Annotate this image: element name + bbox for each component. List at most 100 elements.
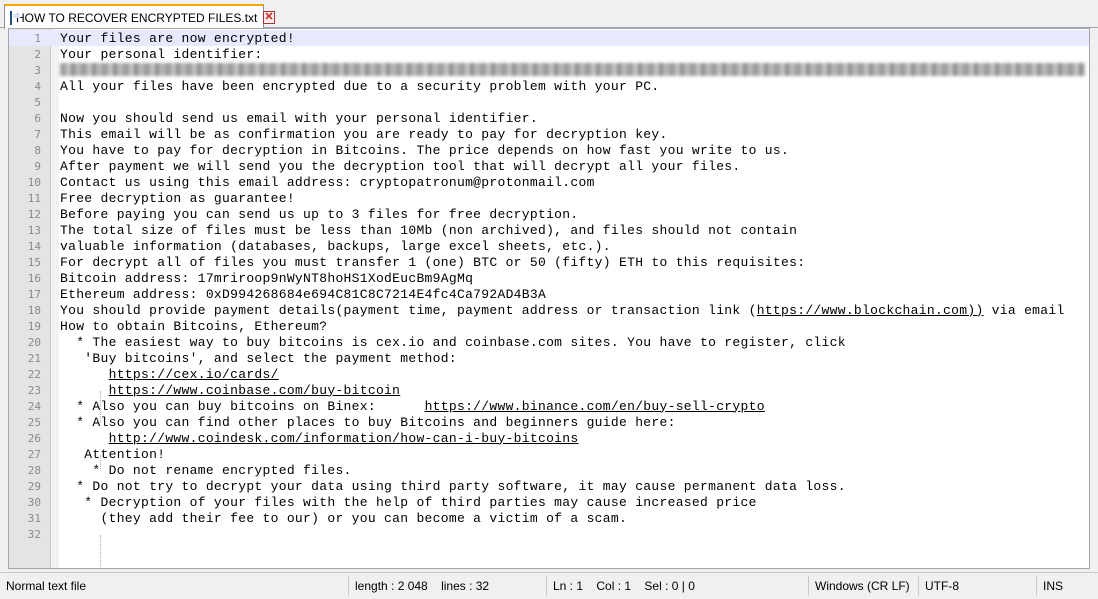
line-text-prefix: * Also you can buy bitcoins on Binex: [60, 398, 425, 414]
status-col: Col : 1 [596, 579, 632, 593]
line-number: 17 [27, 287, 41, 301]
text-editor[interactable]: 1 Your files are now encrypted! 2 Your pers… [8, 28, 1090, 569]
line-text: 'Buy bitcoins', and select the payment m… [60, 350, 457, 366]
line-text: Bitcoin address: 17mriroop9nWyNT8hoHS1Xo… [60, 270, 474, 286]
line-number: 16 [27, 271, 41, 285]
editor-line[interactable]: 15 For decrypt all of files you must tran… [9, 254, 1089, 270]
line-text-prefix [60, 367, 109, 382]
editor-line[interactable]: 28 * Do not rename encrypted files. [9, 462, 1089, 478]
editor-line[interactable]: 31 (they add their fee to our) or you ca… [9, 510, 1089, 526]
status-file-type: Normal text file [6, 579, 87, 593]
line-text: Ethereum address: 0xD994268684e694C81C8C… [60, 286, 547, 302]
line-text: This email will be as confirmation you a… [60, 126, 668, 142]
status-eol[interactable]: Windows (CR LF) [808, 576, 918, 596]
line-text: The total size of files must be less tha… [60, 222, 798, 238]
line-text: http://www.coindesk.com/information/how-… [60, 431, 579, 446]
editor-line[interactable]: 6 Now you should send us email with your … [9, 110, 1089, 126]
status-lines: lines : 32 [441, 579, 490, 593]
line-text: Contact us using this email address: cry… [60, 174, 595, 190]
line-number: 11 [27, 191, 41, 205]
editor-line[interactable]: 5 [9, 94, 1089, 110]
editor-line[interactable]: 14 valuable information (databases, backu… [9, 238, 1089, 254]
status-sel: Sel : 0 | 0 [644, 579, 695, 593]
line-number: 3 [34, 63, 41, 77]
save-icon [10, 10, 20, 25]
line-number: 1 [34, 31, 41, 45]
tab-title: HOW TO RECOVER ENCRYPTED FILES.txt [16, 10, 258, 25]
editor-line[interactable]: 3 [9, 62, 1089, 78]
line-number: 23 [27, 383, 41, 397]
close-tab-icon[interactable]: ✕ [263, 11, 275, 24]
editor-line[interactable]: 29 * Do not try to decrypt your data usi… [9, 478, 1089, 494]
line-number: 5 [34, 95, 41, 109]
status-length: length : 2 048 [355, 579, 428, 593]
line-number: 32 [27, 527, 41, 541]
line-number: 22 [27, 367, 41, 381]
editor-line[interactable]: 9 After payment we will send you the decr… [9, 158, 1089, 174]
editor-line[interactable]: 22 https://cex.io/cards/ [9, 366, 1089, 382]
line-number: 4 [34, 79, 41, 93]
editor-line[interactable]: 24 * Also you can buy bitcoins on Binex:… [9, 398, 1089, 414]
editor-line[interactable]: 13 The total size of files must be less t… [9, 222, 1089, 238]
editor-line[interactable]: 32 [9, 526, 1089, 542]
status-insert-mode: INS [1036, 576, 1098, 596]
editor-line[interactable]: 1 Your files are now encrypted! [9, 30, 1089, 46]
editor-line[interactable]: 8 You have to pay for decryption in Bitco… [9, 142, 1089, 158]
editor-lines: 1 Your files are now encrypted! 2 Your pers… [9, 30, 1089, 542]
line-text: For decrypt all of files you must transf… [60, 254, 806, 270]
line-text: Free decryption as guarantee! [60, 190, 295, 206]
status-encoding[interactable]: UTF-8 [918, 576, 1036, 596]
editor-line[interactable]: 16 Bitcoin address: 17mriroop9nWyNT8hoHS1… [9, 270, 1089, 286]
line-text: Your files are now encrypted! [60, 30, 295, 46]
editor-line[interactable]: 19 How to obtain Bitcoins, Ethereum? [9, 318, 1089, 334]
line-number: 24 [27, 399, 41, 413]
url-link[interactable]: https://www.coinbase.com/buy-bitcoin [109, 383, 401, 398]
line-text-prefix: You should provide payment details(payme… [60, 302, 757, 318]
line-text: * Also you can buy bitcoins on Binex: ht… [60, 399, 765, 414]
line-text: * The easiest way to buy bitcoins is cex… [60, 334, 846, 350]
line-number: 30 [27, 495, 41, 509]
line-text: * Decryption of your files with the help… [60, 494, 757, 510]
line-number: 2 [34, 47, 41, 61]
url-link[interactable]: https://www.blockchain.com)) [757, 303, 984, 318]
editor-line[interactable]: 26 http://www.coindesk.com/information/h… [9, 430, 1089, 446]
line-text-prefix [60, 431, 109, 446]
editor-line[interactable]: 25 * Also you can find other places to b… [9, 414, 1089, 430]
line-text: How to obtain Bitcoins, Ethereum? [60, 318, 328, 334]
editor-line[interactable]: 17 Ethereum address: 0xD994268684e694C81C… [9, 286, 1089, 302]
line-number: 13 [27, 223, 41, 237]
line-number: 14 [27, 239, 41, 253]
line-text: You should provide payment details(payme… [60, 303, 1065, 318]
line-text: You have to pay for decryption in Bitcoi… [60, 142, 790, 158]
line-text: valuable information (databases, backups… [60, 238, 611, 254]
editor-line[interactable]: 20 * The easiest way to buy bitcoins is … [9, 334, 1089, 350]
editor-line[interactable]: 10 Contact us using this email address: c… [9, 174, 1089, 190]
editor-line[interactable]: 12 Before paying you can send us up to 3 … [9, 206, 1089, 222]
line-number: 31 [27, 511, 41, 525]
editor-line[interactable]: 30 * Decryption of your files with the h… [9, 494, 1089, 510]
editor-line[interactable]: 18 You should provide payment details(pay… [9, 302, 1089, 318]
line-text: https://www.coinbase.com/buy-bitcoin [60, 383, 400, 398]
line-text: Now you should send us email with your p… [60, 110, 538, 126]
redacted-identifier [60, 63, 1085, 76]
editor-line[interactable]: 2 Your personal identifier: [9, 46, 1089, 62]
line-text: (they add their fee to our) or you can b… [60, 510, 628, 526]
editor-line[interactable]: 7 This email will be as confirmation you … [9, 126, 1089, 142]
line-text: * Do not try to decrypt your data using … [60, 478, 846, 494]
indent-guide [100, 391, 101, 423]
line-number: 8 [34, 143, 41, 157]
line-number: 7 [34, 127, 41, 141]
url-link[interactable]: http://www.coindesk.com/information/how-… [109, 431, 579, 446]
url-link[interactable]: https://www.binance.com/en/buy-sell-cryp… [425, 399, 765, 414]
editor-line[interactable]: 21 'Buy bitcoins', and select the paymen… [9, 350, 1089, 366]
url-link[interactable]: https://cex.io/cards/ [109, 367, 279, 382]
file-tab[interactable]: HOW TO RECOVER ENCRYPTED FILES.txt ✕ [4, 4, 275, 29]
line-number: 21 [27, 351, 41, 365]
line-number: 25 [27, 415, 41, 429]
editor-line[interactable]: 4 All your files have been encrypted due … [9, 78, 1089, 94]
line-text: * Also you can find other places to buy … [60, 414, 676, 430]
status-length-lines: length : 2 048 lines : 32 [348, 576, 546, 596]
editor-line[interactable]: 23 https://www.coinbase.com/buy-bitcoin [9, 382, 1089, 398]
editor-line[interactable]: 27 Attention! [9, 446, 1089, 462]
editor-line[interactable]: 11 Free decryption as guarantee! [9, 190, 1089, 206]
